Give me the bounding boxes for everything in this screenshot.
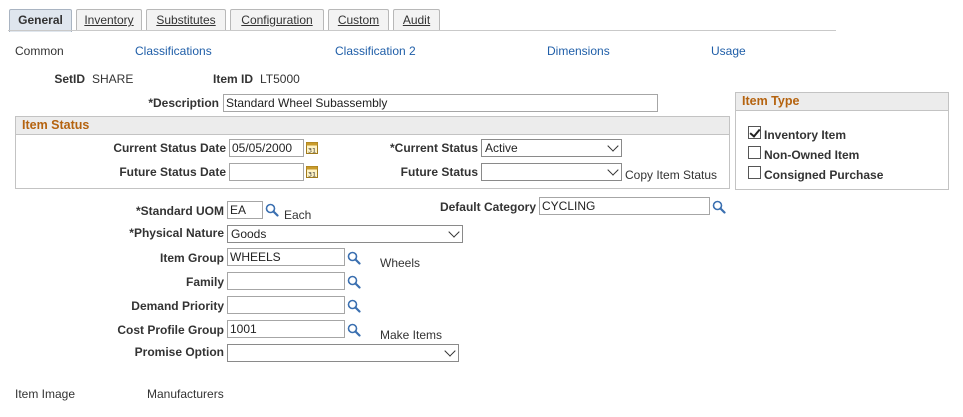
description-input[interactable]: Standard Wheel Subassembly <box>223 94 658 112</box>
item-group-description: Wheels <box>380 256 421 270</box>
chevron-down-icon <box>442 345 458 361</box>
default-category-input[interactable]: CYCLING <box>539 197 710 215</box>
physical-nature-select[interactable]: Goods <box>227 225 463 243</box>
subnav-classification2-link[interactable]: Classification 2 <box>335 44 416 58</box>
chevron-down-icon <box>605 140 621 156</box>
promise-option-select[interactable] <box>227 344 459 362</box>
chevron-down-icon <box>446 226 462 242</box>
tab-configuration[interactable]: Configuration <box>230 9 324 31</box>
tab-audit-label: Audit <box>402 13 431 27</box>
item-image-link[interactable]: Item Image <box>15 387 75 401</box>
magnifier-icon[interactable] <box>712 200 726 214</box>
tab-inventory[interactable]: Inventory <box>76 9 142 31</box>
cost-profile-group-label: Cost Profile Group <box>117 323 224 337</box>
copy-item-status-link[interactable]: Copy Item Status <box>625 168 717 182</box>
subnav-common: Common <box>15 44 64 58</box>
consigned-purchase-label: Consigned Purchase <box>764 168 884 182</box>
current-status-label: *Current Status <box>389 141 478 155</box>
magnifier-icon[interactable] <box>347 275 361 289</box>
standard-uom-label: *Standard UOM <box>135 204 224 218</box>
future-status-select[interactable] <box>481 163 622 181</box>
future-status-date-label: Future Status Date <box>119 165 226 179</box>
magnifier-icon[interactable] <box>265 203 279 217</box>
tab-substitutes-label: Substitutes <box>156 13 216 27</box>
item-type-title: Item Type <box>736 93 948 111</box>
calendar-icon-glyph: 31 <box>308 147 316 155</box>
manufacturers-link[interactable]: Manufacturers <box>147 387 224 401</box>
demand-priority-input[interactable] <box>227 296 345 314</box>
chevron-down-icon <box>605 164 621 180</box>
current-status-value: Active <box>485 141 518 155</box>
setid-label: SetID <box>54 72 85 86</box>
current-status-date-input[interactable]: 05/05/2000 <box>229 139 304 157</box>
current-status-date-label: Current Status Date <box>113 141 226 155</box>
calendar-icon-glyph: 31 <box>308 171 316 179</box>
item-group-input[interactable]: WHEELS <box>227 248 345 266</box>
inventory-item-checkbox[interactable] <box>748 126 761 139</box>
tab-audit[interactable]: Audit <box>393 9 440 31</box>
inventory-item-label: Inventory Item <box>764 128 847 142</box>
future-status-label: Future Status <box>400 165 478 179</box>
item-group-label: Item Group <box>159 251 224 265</box>
promise-option-label: Promise Option <box>134 345 224 359</box>
description-label: *Description <box>148 96 219 110</box>
magnifier-icon[interactable] <box>347 299 361 313</box>
item-status-title: Item Status <box>16 117 729 135</box>
calendar-icon[interactable]: 31 <box>306 165 318 178</box>
default-category-label: Default Category <box>439 200 536 214</box>
demand-priority-label: Demand Priority <box>131 299 224 313</box>
tab-bar-divider <box>8 30 836 31</box>
current-status-select[interactable]: Active <box>481 139 622 157</box>
tab-general[interactable]: General <box>9 9 72 32</box>
tab-inventory-label: Inventory <box>84 13 134 27</box>
tab-custom[interactable]: Custom <box>328 9 389 31</box>
tab-substitutes[interactable]: Substitutes <box>146 9 226 31</box>
subnav-classifications-link[interactable]: Classifications <box>135 44 212 58</box>
tab-general-label: General <box>18 13 63 27</box>
tab-custom-label: Custom <box>337 13 380 27</box>
future-status-date-input[interactable] <box>229 163 304 181</box>
standard-uom-description: Each <box>284 208 312 222</box>
standard-uom-input[interactable]: EA <box>227 201 263 219</box>
tab-configuration-label: Configuration <box>241 13 313 27</box>
setid-value: SHARE <box>92 72 134 86</box>
non-owned-item-label: Non-Owned Item <box>764 148 860 162</box>
physical-nature-label: *Physical Nature <box>129 226 224 240</box>
magnifier-icon[interactable] <box>347 251 361 265</box>
calendar-icon[interactable]: 31 <box>306 141 318 154</box>
itemid-value: LT5000 <box>260 72 300 86</box>
subnav-usage-link[interactable]: Usage <box>711 44 746 58</box>
subnav-dimensions-link[interactable]: Dimensions <box>547 44 610 58</box>
itemid-label: Item ID <box>212 72 253 86</box>
magnifier-icon[interactable] <box>347 323 361 337</box>
family-input[interactable] <box>227 272 345 290</box>
consigned-purchase-checkbox[interactable] <box>748 166 761 179</box>
non-owned-item-checkbox[interactable] <box>748 146 761 159</box>
cost-profile-group-input[interactable]: 1001 <box>227 320 345 338</box>
family-label: Family <box>185 275 224 289</box>
physical-nature-value: Goods <box>231 227 267 241</box>
cost-profile-group-description: Make Items <box>380 328 443 342</box>
